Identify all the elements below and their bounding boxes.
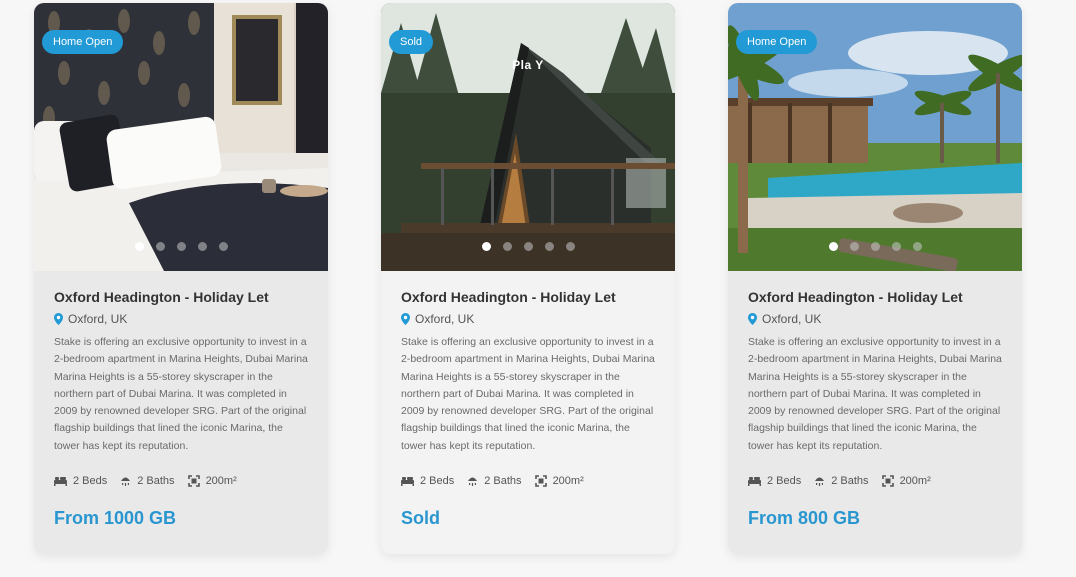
overlay-text: Pla Y — [512, 58, 544, 72]
carousel-dot[interactable] — [891, 242, 901, 251]
property-image[interactable]: Home Open — [728, 3, 1022, 271]
carousel-dot[interactable] — [828, 242, 838, 251]
area-icon — [534, 475, 547, 487]
area-label: 200m² — [205, 475, 237, 488]
carousel-dot[interactable] — [870, 242, 880, 251]
status-badge: Home Open — [736, 30, 818, 54]
carousel-dots — [381, 238, 675, 256]
location-text: Oxford, UK — [415, 312, 475, 326]
feature-list: 2 Beds 2 Baths 200m² — [748, 475, 1002, 487]
carousel-dots — [728, 238, 1022, 256]
baths-feature: 2 Baths — [814, 475, 869, 488]
shower-icon — [814, 475, 825, 487]
property-title[interactable]: Oxford Headington - Holiday Let — [54, 289, 308, 305]
bed-icon — [54, 476, 67, 487]
status-badge: Sold — [389, 30, 434, 54]
carousel-dot[interactable] — [523, 242, 533, 251]
location: Oxford, UK — [401, 312, 655, 326]
location-text: Oxford, UK — [762, 312, 822, 326]
price: From 1000 GB — [54, 508, 177, 529]
status-badge: Home Open — [42, 30, 124, 54]
baths-label: 2 Baths — [484, 475, 522, 488]
area-feature: 200m² — [187, 475, 237, 488]
carousel-dot[interactable] — [481, 242, 491, 251]
bed-icon — [748, 476, 761, 487]
property-title[interactable]: Oxford Headington - Holiday Let — [401, 289, 655, 305]
area-label: 200m² — [552, 475, 584, 488]
carousel-dot[interactable] — [544, 242, 554, 251]
beds-label: 2 Beds — [767, 475, 802, 488]
property-card[interactable]: Home Open Oxford Headington - Holiday Le… — [34, 3, 328, 554]
baths-label: 2 Baths — [831, 475, 869, 488]
map-pin-icon — [54, 313, 63, 325]
beds-feature: 2 Beds — [54, 475, 107, 487]
area-feature: 200m² — [534, 475, 584, 488]
property-description: Stake is offering an exclusive opportuni… — [401, 336, 655, 452]
carousel-dot[interactable] — [218, 242, 228, 251]
carousel-dot[interactable] — [176, 242, 186, 251]
card-content: Oxford Headington - Holiday Let Oxford, … — [728, 289, 1022, 529]
carousel-dot[interactable] — [849, 242, 859, 251]
location: Oxford, UK — [748, 312, 1002, 326]
property-image[interactable]: Home Open — [34, 3, 328, 271]
price: From 800 GB — [748, 508, 861, 529]
bed-icon — [401, 476, 414, 487]
card-content: Oxford Headington - Holiday Let Oxford, … — [381, 289, 675, 529]
price: Sold — [401, 508, 440, 529]
carousel-dot[interactable] — [912, 242, 922, 251]
property-image[interactable]: Sold Pla Y — [381, 3, 675, 271]
feature-list: 2 Beds 2 Baths 200m² — [401, 475, 655, 487]
property-card[interactable]: Sold Pla Y Oxford Headington - Holiday L… — [381, 3, 675, 554]
beds-label: 2 Beds — [73, 475, 108, 488]
location-text: Oxford, UK — [68, 312, 128, 326]
baths-label: 2 Baths — [137, 475, 175, 488]
area-icon — [187, 475, 200, 487]
property-title[interactable]: Oxford Headington - Holiday Let — [748, 289, 1002, 305]
beds-feature: 2 Beds — [748, 475, 801, 487]
carousel-dot[interactable] — [502, 242, 512, 251]
carousel-dot[interactable] — [565, 242, 575, 251]
property-description: Stake is offering an exclusive opportuni… — [748, 336, 1002, 452]
location: Oxford, UK — [54, 312, 308, 326]
area-icon — [881, 475, 894, 487]
map-pin-icon — [401, 313, 410, 325]
card-content: Oxford Headington - Holiday Let Oxford, … — [34, 289, 328, 529]
baths-feature: 2 Baths — [120, 475, 175, 488]
beds-label: 2 Beds — [420, 475, 455, 488]
map-pin-icon — [748, 313, 757, 325]
baths-feature: 2 Baths — [467, 475, 522, 488]
carousel-dots — [34, 238, 328, 256]
area-feature: 200m² — [881, 475, 931, 488]
property-card[interactable]: Home Open Oxford Headington - Holiday Le… — [728, 3, 1022, 554]
carousel-dot[interactable] — [134, 242, 144, 251]
carousel-dot[interactable] — [197, 242, 207, 251]
shower-icon — [120, 475, 131, 487]
feature-list: 2 Beds 2 Baths 200m² — [54, 475, 308, 487]
carousel-dot[interactable] — [155, 242, 165, 251]
property-description: Stake is offering an exclusive opportuni… — [54, 336, 308, 452]
beds-feature: 2 Beds — [401, 475, 454, 487]
shower-icon — [467, 475, 478, 487]
area-label: 200m² — [899, 475, 931, 488]
